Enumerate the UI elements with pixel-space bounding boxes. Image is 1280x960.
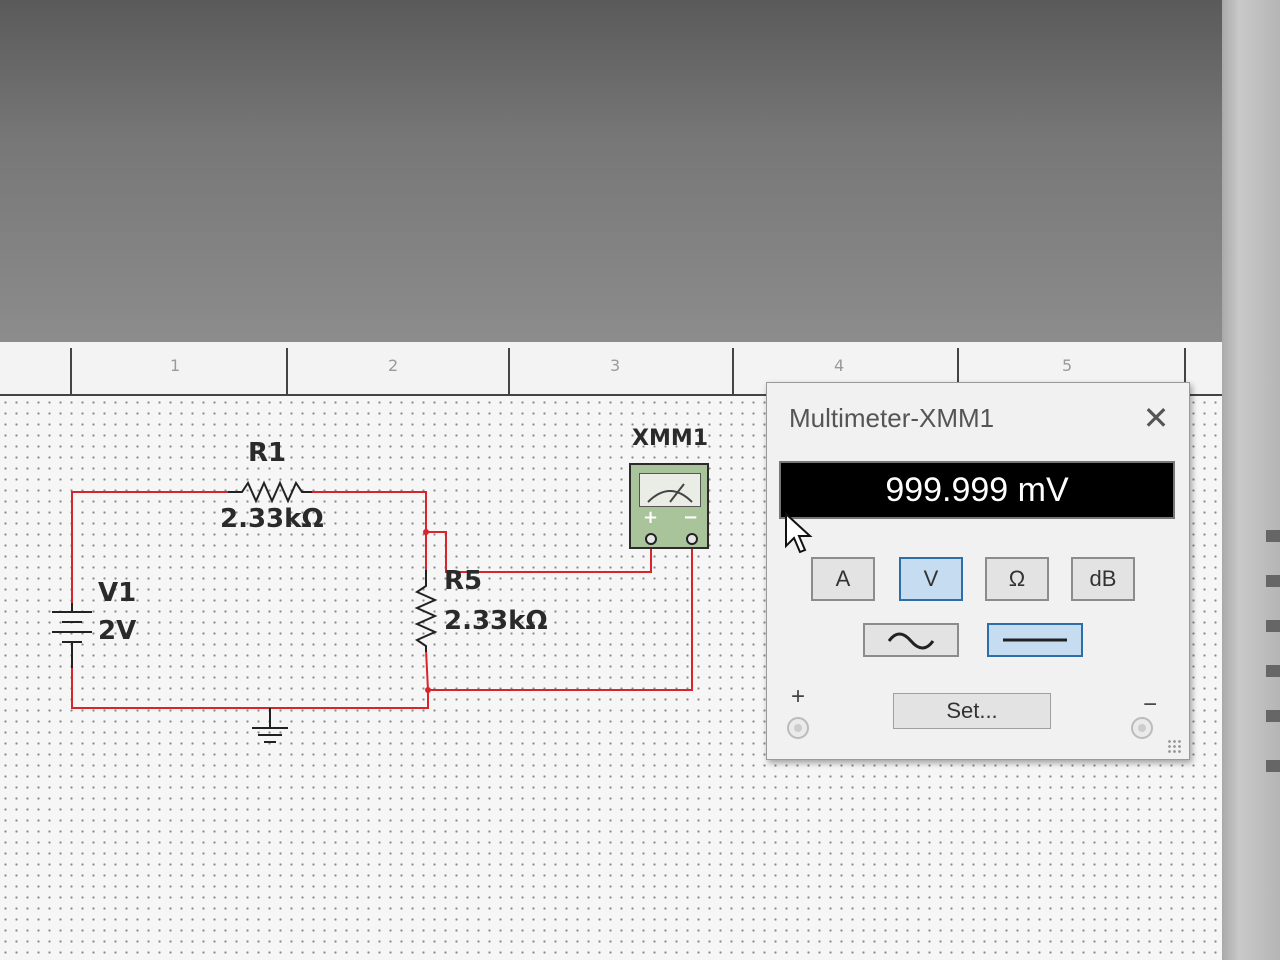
wire-r1-r5 bbox=[312, 491, 427, 570]
junction-dot bbox=[425, 687, 431, 693]
dc-line-icon bbox=[1003, 638, 1067, 642]
xmm1-minus-terminal[interactable] bbox=[686, 533, 698, 545]
r5-value-label: 2.33kΩ bbox=[444, 606, 548, 636]
v1-name-label: V1 bbox=[98, 578, 137, 608]
r1-resistor-symbol[interactable] bbox=[228, 480, 312, 504]
mode-ohmmeter-button[interactable]: Ω bbox=[985, 557, 1049, 601]
resize-grip-icon[interactable] bbox=[1167, 739, 1183, 755]
close-icon[interactable]: ✕ bbox=[1139, 401, 1173, 435]
mode-voltmeter-button[interactable]: V bbox=[899, 557, 963, 601]
sine-wave-icon bbox=[887, 632, 935, 650]
dc-mode-button[interactable] bbox=[987, 623, 1083, 657]
wires bbox=[71, 491, 693, 709]
mode-decibel-button[interactable]: dB bbox=[1071, 557, 1135, 601]
v1-battery-symbol[interactable] bbox=[52, 603, 92, 668]
junction-dot bbox=[423, 529, 429, 535]
xmm1-plus-terminal[interactable] bbox=[645, 533, 657, 545]
plus-terminal-label: + bbox=[791, 683, 806, 710]
reading-display: 999.999 mV bbox=[779, 461, 1175, 519]
settings-button[interactable]: Set... bbox=[893, 693, 1051, 729]
minus-terminal[interactable] bbox=[1131, 717, 1153, 739]
wire-ground-loop bbox=[71, 649, 429, 709]
r1-value-label: 2.33kΩ bbox=[220, 504, 324, 534]
ground-symbol[interactable] bbox=[252, 708, 288, 743]
multimeter-window[interactable]: Multimeter-XMM1 ✕ 999.999 mV A V Ω dB Se… bbox=[766, 382, 1190, 760]
r5-resistor-symbol[interactable] bbox=[414, 570, 438, 652]
xmm1-instrument[interactable]: + − bbox=[629, 463, 709, 549]
mouse-pointer-icon bbox=[785, 512, 813, 554]
plus-terminal[interactable] bbox=[787, 717, 809, 739]
window-title: Multimeter-XMM1 bbox=[789, 403, 995, 433]
r5-name-label: R5 bbox=[444, 566, 483, 596]
ac-mode-button[interactable] bbox=[863, 623, 959, 657]
minus-terminal-label: − bbox=[1143, 691, 1158, 718]
v1-value-label: 2V bbox=[98, 616, 137, 646]
mode-ammeter-button[interactable]: A bbox=[811, 557, 875, 601]
xmm1-name-label: XMM1 bbox=[632, 426, 709, 451]
wire-v1-r1 bbox=[71, 491, 228, 603]
r1-name-label: R1 bbox=[248, 438, 287, 468]
